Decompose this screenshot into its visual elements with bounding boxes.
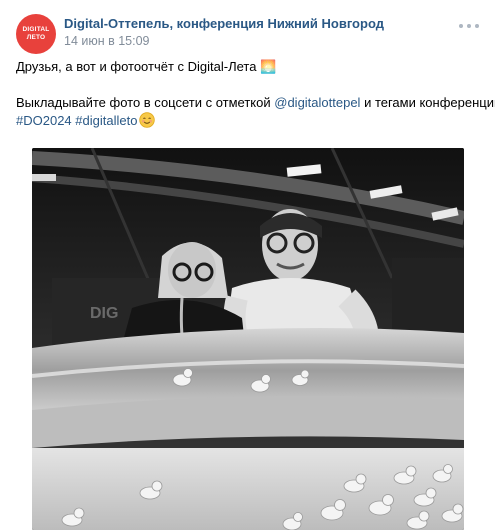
avatar-text-bottom: ЛЕТО <box>26 33 46 41</box>
post-photo[interactable]: DIG <box>32 148 464 530</box>
post-text-line-1: Друзья, а вот и фотоотчёт с Digital-Лета… <box>16 59 277 74</box>
hashtag-link-digitalleto[interactable]: #digitalleto <box>75 113 137 128</box>
community-avatar[interactable]: DIGITAL ЛЕТО <box>16 14 56 54</box>
avatar-text-top: DIGITAL <box>22 26 50 33</box>
mention-link[interactable]: @digitalottepel <box>274 95 360 110</box>
post-text-line-3: #DO2024 #digitalleto <box>16 112 479 133</box>
post-header: DIGITAL ЛЕТО Digital-Оттепель, конференц… <box>16 14 479 54</box>
post-text-line-2-suffix: и тегами конференции: <box>360 95 495 110</box>
post-text-line-2: Выкладывайте фото в соцсети с отметкой @… <box>16 94 495 112</box>
post-text: Друзья, а вот и фотоотчёт с Digital-Лета… <box>16 58 495 133</box>
post-author-link[interactable]: Digital-Оттепель, конференция Нижний Нов… <box>64 16 384 31</box>
ellipsis-horizontal-icon[interactable] <box>459 20 479 32</box>
blush-emoji-icon <box>139 112 156 133</box>
post-text-line-2-prefix: Выкладывайте фото в соцсети с отметкой <box>16 95 275 110</box>
wall-post: DIGITAL ЛЕТО Digital-Оттепель, конференц… <box>0 0 495 530</box>
post-date-link[interactable]: 14 июн в 15:09 <box>64 34 150 48</box>
photo-sign-text: DIG <box>90 305 118 322</box>
hashtag-link-do2024[interactable]: #DO2024 <box>16 113 72 128</box>
